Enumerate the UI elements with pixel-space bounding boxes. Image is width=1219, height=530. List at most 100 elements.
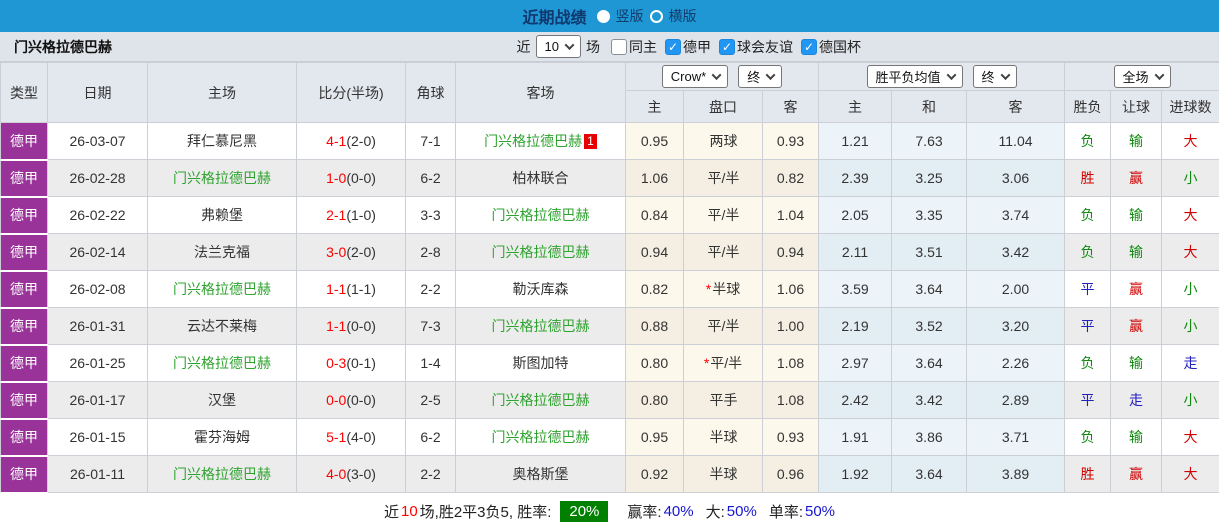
ah-line-cell: 平/半 xyxy=(684,197,763,234)
away-team-cell: 门兴格拉德巴赫 xyxy=(456,419,626,456)
ah-away-odds-cell: 0.94 xyxy=(763,234,819,271)
col-header-ah-away: 客 xyxy=(763,91,819,123)
filter-checkbox-label[interactable]: 同主 xyxy=(629,37,657,57)
league-cell: 德甲 xyxy=(1,382,48,419)
away-team-cell: 斯图加特 xyxy=(456,345,626,382)
score-cell: 1-1(1-1) xyxy=(297,271,406,308)
score-cell: 5-1(4-0) xyxy=(297,419,406,456)
layout-radio-group: 竖版 横版 xyxy=(597,6,697,26)
layout-radio-selected[interactable] xyxy=(597,10,610,23)
away-team-cell: 柏林联合 xyxy=(456,160,626,197)
ah-line-cell: 两球 xyxy=(684,123,763,160)
eu-away-odds-cell: 3.74 xyxy=(967,197,1065,234)
home-team-cell: 霍芬海姆 xyxy=(148,419,297,456)
chevron-down-icon xyxy=(1154,70,1164,80)
col-header-ah-line: 盘口 xyxy=(684,91,763,123)
date-cell: 26-01-17 xyxy=(48,382,148,419)
ah-line-cell: 平/半 xyxy=(684,308,763,345)
layout-radio-label[interactable]: 竖版 xyxy=(616,6,644,26)
goals-result-cell: 走 xyxy=(1162,345,1219,382)
scope-select[interactable]: 全场 xyxy=(1114,65,1171,88)
ah-away-odds-cell: 0.93 xyxy=(763,419,819,456)
score-cell: 3-0(2-0) xyxy=(297,234,406,271)
ah-home-odds-cell: 0.80 xyxy=(626,382,684,419)
goals-result-cell: 小 xyxy=(1162,308,1219,345)
result-cell: 负 xyxy=(1065,197,1111,234)
col-header-eu-away: 客 xyxy=(967,91,1065,123)
col-header-date: 日期 xyxy=(48,63,148,123)
home-team-cell: 汉堡 xyxy=(148,382,297,419)
home-team-cell: 门兴格拉德巴赫 xyxy=(148,271,297,308)
filter-checkbox-label[interactable]: 德国杯 xyxy=(819,37,861,57)
euro-odds-state-select[interactable]: 终 xyxy=(973,65,1017,88)
league-cell: 德甲 xyxy=(1,345,48,382)
col-header-handicap: 让球 xyxy=(1111,91,1162,123)
filter-checkbox-label[interactable]: 德甲 xyxy=(683,37,711,57)
eu-away-odds-cell: 3.20 xyxy=(967,308,1065,345)
euro-odds-select[interactable]: 胜平负均值 xyxy=(867,65,963,88)
goals-result-cell: 大 xyxy=(1162,123,1219,160)
away-team-cell: 门兴格拉德巴赫1 xyxy=(456,123,626,160)
filter-checkbox[interactable] xyxy=(611,39,627,55)
layout-radio-label[interactable]: 横版 xyxy=(669,6,697,26)
odds-company-select[interactable]: Crow* xyxy=(662,65,728,88)
date-cell: 26-02-08 xyxy=(48,271,148,308)
corner-cell: 7-3 xyxy=(406,308,456,345)
table-row: 德甲 26-01-17 汉堡 0-0(0-0) 2-5 门兴格拉德巴赫 0.80… xyxy=(1,382,1219,419)
league-cell: 德甲 xyxy=(1,123,48,160)
recent-count-select[interactable]: 10 xyxy=(536,35,581,58)
recent-suffix-label: 场 xyxy=(586,37,600,57)
table-row: 德甲 26-02-22 弗赖堡 2-1(1-0) 3-3 门兴格拉德巴赫 0.8… xyxy=(1,197,1219,234)
eu-home-odds-cell: 2.19 xyxy=(819,308,892,345)
league-cell: 德甲 xyxy=(1,271,48,308)
filter-checkbox[interactable]: ✓ xyxy=(665,39,681,55)
away-team-cell: 门兴格拉德巴赫 xyxy=(456,308,626,345)
corner-cell: 3-3 xyxy=(406,197,456,234)
recent-count-value: 10 xyxy=(545,39,559,54)
asian-odds-header: Crow* 终 xyxy=(626,63,819,91)
away-team-cell: 门兴格拉德巴赫 xyxy=(456,197,626,234)
eu-home-odds-cell: 1.91 xyxy=(819,419,892,456)
score-cell: 4-1(2-0) xyxy=(297,123,406,160)
home-team-cell: 门兴格拉德巴赫 xyxy=(148,160,297,197)
toolbar: 门兴格拉德巴赫 近 10 场 同主✓德甲✓球会友谊✓德国杯 xyxy=(0,32,1219,62)
ah-line-cell: 半球 xyxy=(684,456,763,493)
eu-draw-odds-cell: 3.64 xyxy=(892,345,967,382)
asian-odds-state-select[interactable]: 终 xyxy=(738,65,782,88)
col-header-result: 胜负 xyxy=(1065,91,1111,123)
score-cell: 0-0(0-0) xyxy=(297,382,406,419)
filter-checkbox[interactable]: ✓ xyxy=(801,39,817,55)
date-cell: 26-02-14 xyxy=(48,234,148,271)
score-cell: 1-0(0-0) xyxy=(297,160,406,197)
col-header-score: 比分(半场) xyxy=(297,63,406,123)
recent-prefix-label: 近 xyxy=(517,37,531,57)
filter-checkbox-label[interactable]: 球会友谊 xyxy=(737,37,793,57)
eu-away-odds-cell: 3.06 xyxy=(967,160,1065,197)
summary-prefix: 近 xyxy=(384,501,399,522)
filter-checkbox[interactable]: ✓ xyxy=(719,39,735,55)
result-cell: 平 xyxy=(1065,308,1111,345)
col-header-goals: 进球数 xyxy=(1162,91,1219,123)
stat-over-value: 50% xyxy=(727,503,757,520)
table-row: 德甲 26-03-07 拜仁慕尼黑 4-1(2-0) 7-1 门兴格拉德巴赫1 … xyxy=(1,123,1219,160)
col-header-eu-draw: 和 xyxy=(892,91,967,123)
away-team-cell: 门兴格拉德巴赫 xyxy=(456,234,626,271)
layout-radio-unselected[interactable] xyxy=(650,10,663,23)
ah-line-cell: *平/半 xyxy=(684,345,763,382)
handicap-result-cell: 输 xyxy=(1111,345,1162,382)
goals-result-cell: 小 xyxy=(1162,271,1219,308)
eu-away-odds-cell: 2.89 xyxy=(967,382,1065,419)
away-team-cell: 勒沃库森 xyxy=(456,271,626,308)
goals-result-cell: 大 xyxy=(1162,419,1219,456)
home-team-cell: 云达不莱梅 xyxy=(148,308,297,345)
ah-line-cell: 平/半 xyxy=(684,160,763,197)
result-cell: 负 xyxy=(1065,419,1111,456)
handicap-result-cell: 赢 xyxy=(1111,160,1162,197)
eu-draw-odds-cell: 3.86 xyxy=(892,419,967,456)
handicap-result-cell: 输 xyxy=(1111,234,1162,271)
ah-home-odds-cell: 0.84 xyxy=(626,197,684,234)
home-team-cell: 法兰克福 xyxy=(148,234,297,271)
date-cell: 26-03-07 xyxy=(48,123,148,160)
chevron-down-icon xyxy=(1000,70,1010,80)
table-row: 德甲 26-01-31 云达不莱梅 1-1(0-0) 7-3 门兴格拉德巴赫 0… xyxy=(1,308,1219,345)
